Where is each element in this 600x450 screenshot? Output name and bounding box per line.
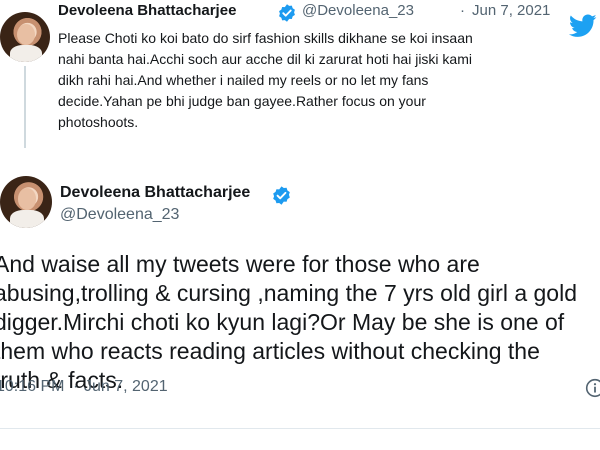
reply-text-line: photoshoots. (58, 114, 139, 130)
divider (0, 428, 600, 429)
tweet-text: And waise all my tweets were for those w… (0, 250, 600, 395)
verified-badge-icon (277, 3, 297, 28)
reply-text-line: Please Choti ko koi bato do sirf fashion… (58, 30, 473, 46)
tweet-time-link[interactable]: 10:16 PM (0, 378, 64, 396)
reply-author-handle[interactable]: @Devoleena_23 (302, 2, 414, 19)
twitter-bird-icon[interactable] (568, 14, 597, 43)
avatar-face (17, 24, 35, 45)
avatar-outfit (10, 210, 44, 228)
avatar-author[interactable] (0, 176, 52, 228)
reply-date-link[interactable]: Jun 7, 2021 (472, 2, 550, 19)
tweet-text-line: digger.Mirchi choti ko kyun lagi?Or May … (0, 309, 565, 335)
avatar-face (17, 188, 37, 211)
avatar-reply-author[interactable] (0, 12, 50, 62)
tweet-text-line: And waise all my tweets were for those w… (0, 251, 480, 277)
tweet-text-line: abusing,trolling & cursing ,naming the 7… (0, 280, 577, 306)
tweet-date-link[interactable]: Jun 7, 2021 (84, 378, 168, 396)
thread-connector-line (24, 66, 26, 148)
author-name[interactable]: Devoleena Bhattacharjee (60, 184, 250, 202)
reply-text-line: dikh rahi hai.And whether i nailed my re… (58, 72, 429, 88)
info-icon[interactable] (585, 378, 600, 403)
author-handle[interactable]: @Devoleena_23 (60, 206, 179, 224)
avatar-outfit (10, 45, 42, 62)
separator-dot: · (460, 2, 465, 19)
reply-text-line: decide.Yahan pe bhi judge ban gayee.Rath… (58, 93, 426, 109)
separator-dot: · (73, 378, 79, 395)
reply-text-line: nahi banta hai.Acchi soch aur acche dil … (58, 51, 472, 67)
verified-badge-icon (271, 185, 292, 211)
reply-tweet-text: Please Choti ko koi bato do sirf fashion… (58, 28, 598, 133)
reply-author-name[interactable]: Devoleena Bhattacharjee (58, 2, 236, 19)
tweet-text-line: them who reacts reading articles without… (0, 338, 540, 364)
